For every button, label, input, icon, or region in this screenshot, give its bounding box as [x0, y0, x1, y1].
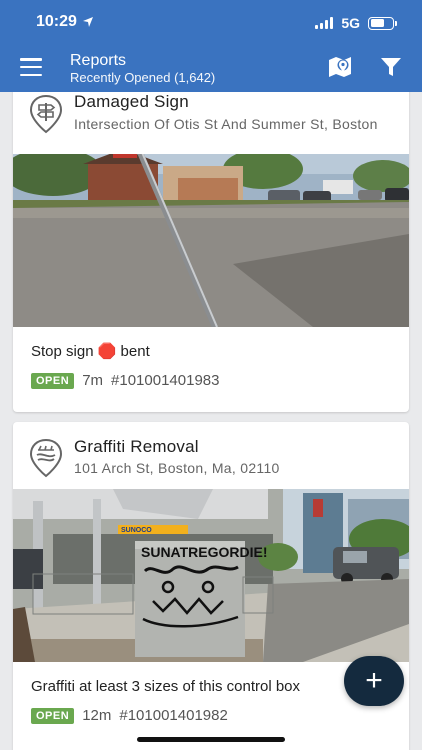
- status-time: 10:29: [36, 13, 94, 31]
- add-report-button[interactable]: +: [344, 656, 404, 706]
- page-title: Reports: [70, 52, 127, 69]
- network-type: 5G: [341, 15, 360, 31]
- report-list[interactable]: Damaged Sign Intersection Of Otis St And…: [0, 92, 422, 750]
- report-age: 12m: [82, 707, 112, 724]
- report-meta: OPEN 12m #101001401982: [31, 707, 228, 724]
- battery-icon: [368, 16, 397, 30]
- report-age: 7m: [82, 372, 104, 389]
- status-badge: OPEN: [31, 707, 75, 724]
- status-indicators: 5G: [315, 15, 397, 31]
- report-photo[interactable]: [13, 154, 409, 327]
- report-description: Stop sign 🛑 bent: [31, 343, 150, 360]
- plus-icon: +: [365, 664, 383, 697]
- app-header: 10:29 5G Reports Recently Opened (1,642): [0, 0, 422, 92]
- graffiti-icon: [29, 438, 63, 478]
- report-title: Damaged Sign: [74, 92, 189, 111]
- menu-button[interactable]: [20, 58, 42, 76]
- status-bar: 10:29 5G: [0, 0, 422, 44]
- station-sign-text: SUNOCO: [121, 527, 152, 534]
- status-badge: OPEN: [31, 372, 75, 389]
- map-icon[interactable]: [328, 56, 352, 78]
- report-address: Intersection Of Otis St And Summer St, B…: [74, 116, 378, 132]
- report-card[interactable]: Damaged Sign Intersection Of Otis St And…: [13, 92, 409, 412]
- report-description: Graffiti at least 3 sizes of this contro…: [31, 678, 301, 695]
- report-id: #101001401982: [119, 707, 228, 724]
- home-indicator[interactable]: [137, 737, 285, 742]
- report-meta: OPEN 7m #101001401983: [31, 372, 219, 389]
- report-address: 101 Arch St, Boston, Ma, 02110: [74, 460, 280, 476]
- damaged-sign-icon: [29, 94, 63, 134]
- cellular-signal-icon: [315, 17, 334, 29]
- report-card-header: Graffiti Removal 101 Arch St, Boston, Ma…: [13, 422, 409, 482]
- report-photo[interactable]: SUNATREGORDIE! SUNOCO: [13, 489, 409, 662]
- page-subtitle: Recently Opened (1,642): [70, 70, 216, 85]
- header-title-block: Reports Recently Opened (1,642): [70, 51, 215, 86]
- location-arrow-icon: [82, 17, 93, 27]
- report-card-header: Damaged Sign Intersection Of Otis St And…: [13, 92, 409, 142]
- graffiti-tag-text: SUNATREGORDIE!: [141, 544, 268, 560]
- report-title: Graffiti Removal: [74, 437, 199, 456]
- report-id: #101001401983: [111, 372, 220, 389]
- menu-icon: [20, 58, 42, 61]
- filter-icon[interactable]: [380, 57, 402, 77]
- report-card[interactable]: Graffiti Removal 101 Arch St, Boston, Ma…: [13, 422, 409, 750]
